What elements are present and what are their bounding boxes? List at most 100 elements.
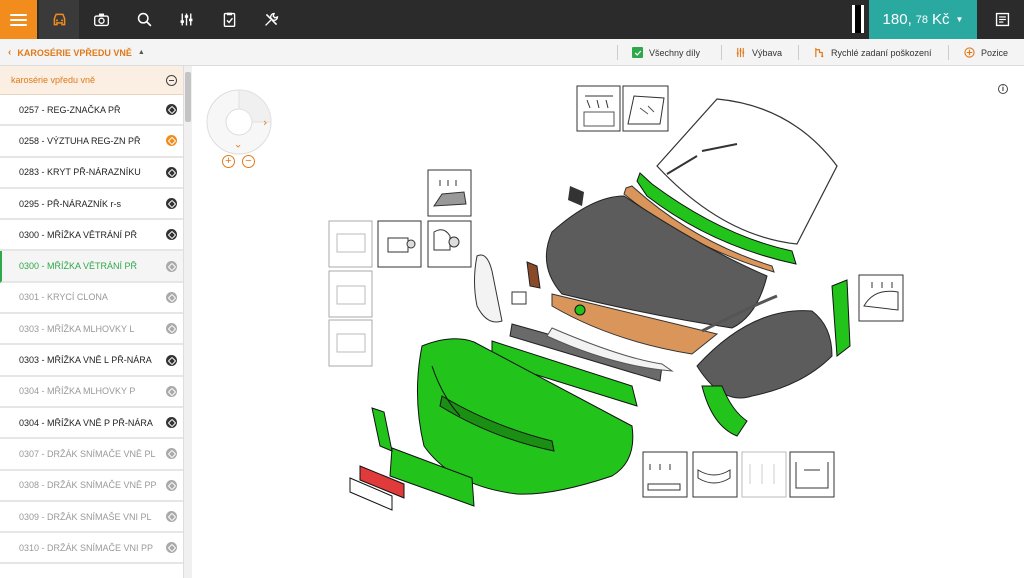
- sidebar-header-label: karosérie vpředu vně: [11, 75, 96, 85]
- report-icon[interactable]: [980, 0, 1024, 39]
- all-parts-toggle[interactable]: Všechny díly: [632, 39, 700, 66]
- caret-up-icon[interactable]: ▲: [138, 49, 145, 56]
- price-button[interactable]: 180, 78 Kč ▼: [869, 0, 977, 39]
- exploded-parts-diagram: [328, 85, 904, 511]
- scrollbar-thumb[interactable]: [185, 72, 191, 122]
- divider: [617, 45, 618, 60]
- diagram-canvas: › › + − i: [192, 66, 1024, 578]
- headlight-part[interactable]: [474, 254, 503, 323]
- sidebar-item[interactable]: 0295 - PŘ-NÁRAZNÍK r-s: [0, 189, 183, 221]
- sidebar-item[interactable]: 0301 - KRYCÍ CLONA: [0, 283, 183, 315]
- thumbnail-headlight-right[interactable]: [427, 220, 472, 268]
- color-marker: [852, 5, 864, 33]
- sidebar-item-label: 0304 - MŘÍŽKA MLHOVKY P: [19, 386, 136, 397]
- part-status-icon[interactable]: [166, 135, 177, 147]
- car-icon[interactable]: [39, 0, 79, 39]
- part-status-icon[interactable]: [166, 323, 177, 335]
- menu-icon[interactable]: [0, 0, 37, 39]
- price-fraction: 78: [915, 13, 928, 26]
- thumbnail-ghost-2[interactable]: [328, 270, 373, 318]
- breadcrumb-label: KAROSÉRIE VPŘEDU VNĚ: [17, 47, 132, 58]
- positions-label: Pozice: [981, 47, 1009, 58]
- part-status-icon[interactable]: [166, 104, 177, 116]
- part-status-icon[interactable]: [166, 198, 177, 210]
- sliders-icon[interactable]: [166, 0, 206, 39]
- part-status-icon[interactable]: [166, 354, 177, 366]
- chevron-left-icon[interactable]: ‹: [8, 47, 11, 58]
- part-status-icon[interactable]: [166, 291, 177, 303]
- part-status-icon[interactable]: [166, 511, 177, 522]
- breadcrumb[interactable]: ‹ KAROSÉRIE VPŘEDU VNĚ ▲: [8, 39, 145, 66]
- sidebar-item[interactable]: 0308 - DRŽÁK SNÍMAČE VNĚ PP: [0, 471, 183, 502]
- sidebar-item[interactable]: 0258 - VÝZTUHA REG-ZN PŘ: [0, 126, 183, 158]
- part-status-icon[interactable]: [166, 166, 177, 178]
- sidebar-item[interactable]: 0300 - MŘÍŽKA VĚTRÁNÍ PŘ: [0, 251, 183, 283]
- plus-circle-icon: [964, 47, 975, 58]
- caret-down-icon: ▼: [955, 15, 964, 24]
- sidebar-item[interactable]: 0307 - DRŽÁK SNÍMAČE VNĚ PL: [0, 439, 183, 471]
- bracket-part[interactable]: [526, 261, 541, 289]
- sidebar-item-label: 0309 - DRŽÁK SNÍMAŠE VNI PL: [19, 511, 152, 522]
- sidebar-item-label: 0300 - MŘÍŽKA VĚTRÁNÍ PŘ: [19, 229, 138, 240]
- collapse-icon[interactable]: [166, 74, 177, 86]
- thumbnail-bracket[interactable]: [789, 451, 835, 498]
- fender-part[interactable]: [831, 279, 851, 357]
- thumbnail-windshield[interactable]: [622, 85, 669, 132]
- hinge-part[interactable]: [568, 186, 584, 206]
- equipment-label: Výbava: [752, 47, 783, 58]
- price-main: 180,: [882, 11, 912, 28]
- sidebar-item-label: 0307 - DRŽÁK SNÍMAČE VNĚ PL: [19, 448, 156, 459]
- sidebar-item-label: 0258 - VÝZTUHA REG-ZN PŘ: [19, 135, 141, 146]
- search-icon[interactable]: [124, 0, 164, 39]
- divider: [798, 45, 799, 60]
- parts-sidebar: karosérie vpředu vně 0257 - REG-ZNAČKA P…: [0, 66, 184, 578]
- thumbnail-bumper-clips[interactable]: [642, 451, 688, 498]
- sidebar-item[interactable]: 0309 - DRŽÁK SNÍMAŠE VNI PL: [0, 502, 183, 534]
- thumbnail-hood-part[interactable]: [427, 169, 472, 217]
- quick-damage-button[interactable]: Rychlé zadaní poškození: [814, 39, 932, 66]
- thumbnail-ghost-1[interactable]: [328, 220, 373, 268]
- sidebar-item[interactable]: 0310 - DRŽÁK SNÍMAČE VNI PP: [0, 533, 183, 565]
- tools-icon[interactable]: [251, 0, 291, 39]
- sidebar-item[interactable]: 0303 - MŘÍŽKA MLHOVKY L: [0, 314, 183, 346]
- part-status-icon[interactable]: [166, 229, 177, 241]
- part-status-icon[interactable]: [166, 479, 177, 491]
- checkbox-checked-icon[interactable]: [632, 47, 643, 58]
- sidebar-header[interactable]: karosérie vpředu vně: [0, 66, 183, 95]
- emblem-part[interactable]: [574, 304, 586, 316]
- thumbnail-windshield-clips[interactable]: [576, 85, 621, 132]
- thumbnail-bumper-strip[interactable]: [692, 451, 738, 498]
- thumbnail-headlight-left[interactable]: [377, 220, 422, 268]
- sidebar-scrollbar[interactable]: [184, 66, 192, 578]
- divider: [721, 45, 722, 60]
- divider: [948, 45, 949, 60]
- side-bracket-part[interactable]: [371, 407, 393, 452]
- sidebar-item[interactable]: 0304 - MŘÍŽKA MLHOVKY P: [0, 377, 183, 408]
- quick-damage-label: Rychlé zadaní poškození: [831, 47, 932, 58]
- equipment-button[interactable]: Výbava: [735, 39, 782, 66]
- sidebar-item[interactable]: 0300 - MŘÍŽKA VĚTRÁNÍ PŘ: [0, 220, 183, 252]
- camera-icon[interactable]: [81, 0, 121, 39]
- sidebar-item-label: 0283 - KRYT PŘ-NÁRAZNÍKU: [19, 167, 141, 178]
- sidebar-item[interactable]: 0303 - MŘÍŽKA VNĚ L PŘ-NÁRA: [0, 345, 183, 377]
- positions-button[interactable]: Pozice: [964, 39, 1008, 66]
- sidebar-item-label: 0300 - MŘÍŽKA VĚTRÁNÍ PŘ: [19, 261, 138, 272]
- price-currency: Kč: [932, 11, 950, 28]
- part-status-icon[interactable]: [166, 385, 177, 397]
- sidebar-item[interactable]: 0304 - MŘÍŽKA VNĚ P PŘ-NÁRA: [0, 408, 183, 440]
- thumbnail-ghost-clips[interactable]: [741, 451, 787, 498]
- part-status-icon[interactable]: [166, 417, 177, 429]
- sidebar-item-label: 0301 - KRYCÍ CLONA: [19, 292, 108, 303]
- sliders-icon: [736, 47, 745, 58]
- clip-part[interactable]: [511, 291, 527, 305]
- sidebar-item-label: 0304 - MŘÍŽKA VNĚ P PŘ-NÁRA: [19, 417, 153, 428]
- part-status-icon[interactable]: [166, 260, 177, 272]
- sidebar-item[interactable]: 0283 - KRYT PŘ-NÁRAZNÍKU: [0, 158, 183, 189]
- clipboard-check-icon[interactable]: [209, 0, 249, 39]
- thumbnail-fender-clips[interactable]: [858, 274, 904, 322]
- thumbnail-ghost-3[interactable]: [328, 319, 373, 367]
- part-status-icon[interactable]: [166, 448, 177, 460]
- sidebar-item[interactable]: 0257 - REG-ZNAČKA PŘ: [0, 95, 183, 127]
- windshield-part[interactable]: [656, 98, 838, 245]
- part-status-icon[interactable]: [166, 542, 177, 554]
